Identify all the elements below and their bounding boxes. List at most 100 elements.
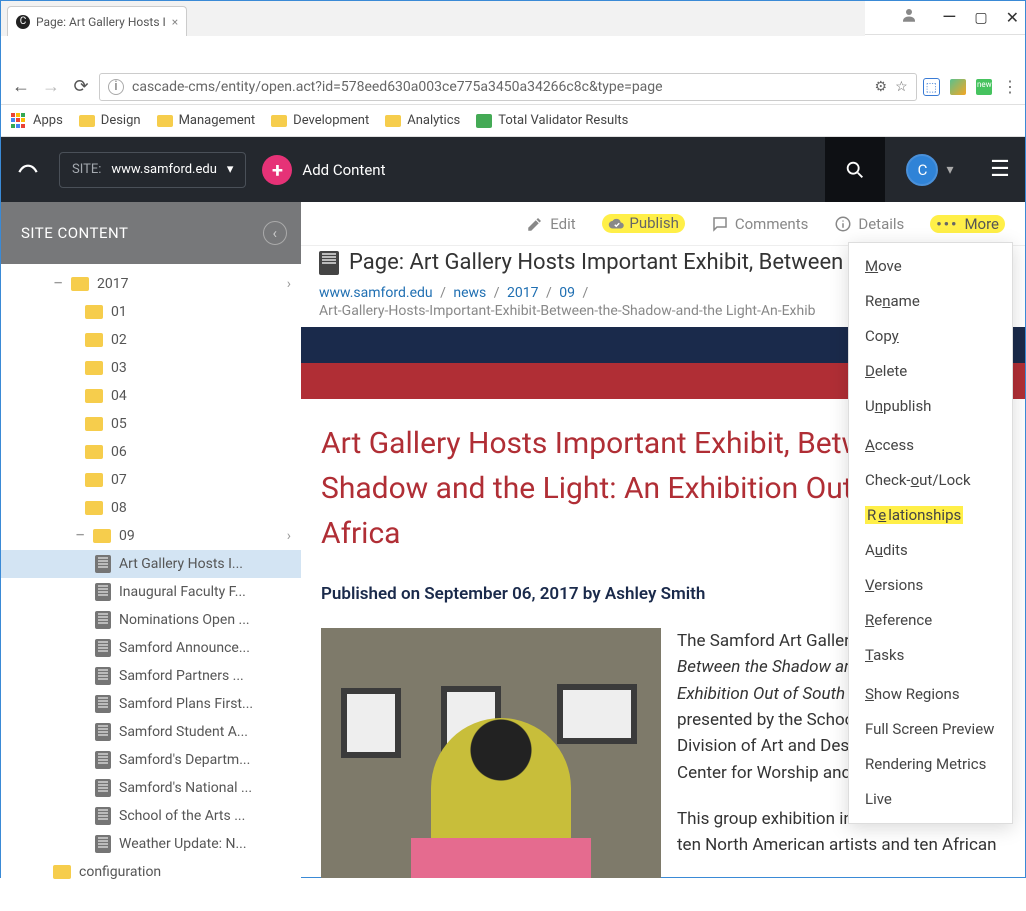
extension-icon[interactable]: ⬚ bbox=[923, 78, 940, 96]
tree-label: 01 bbox=[111, 304, 301, 320]
folder-icon bbox=[157, 115, 173, 127]
tree-folder[interactable]: 05 bbox=[1, 410, 301, 438]
tree-label: Inaugural Faculty F... bbox=[119, 584, 301, 600]
tree-page[interactable]: Samford Plans First... bbox=[1, 690, 301, 718]
tree-label: School of the Arts ... bbox=[119, 808, 301, 824]
tree-page[interactable]: Weather Update: N... bbox=[1, 830, 301, 858]
translate-icon[interactable]: ⚙ bbox=[875, 79, 888, 95]
user-menu[interactable]: C ▾ bbox=[885, 154, 975, 186]
reload-icon[interactable]: ⟳ bbox=[69, 76, 93, 97]
close-tab-icon[interactable]: × bbox=[172, 15, 178, 29]
tree-page[interactable]: School of the Arts ... bbox=[1, 802, 301, 830]
bookmark-folder[interactable]: Analytics bbox=[385, 113, 460, 128]
more-menu-item-check-out-lock[interactable]: Check-out/Lock bbox=[849, 463, 1012, 498]
tree-page[interactable]: Samford's Departm... bbox=[1, 746, 301, 774]
tree-folder[interactable]: 07 bbox=[1, 466, 301, 494]
minimize-icon[interactable]: — bbox=[942, 7, 956, 28]
browser-tab[interactable]: C Page: Art Gallery Hosts I × bbox=[7, 6, 187, 36]
breadcrumb-link[interactable]: 09 bbox=[559, 285, 575, 301]
bookmark-star-icon[interactable]: ☆ bbox=[895, 79, 908, 95]
add-content-button[interactable]: + Add Content bbox=[262, 155, 385, 185]
bookmark-link[interactable]: Total Validator Results bbox=[476, 113, 628, 128]
close-icon[interactable]: ✕ bbox=[1006, 8, 1019, 27]
more-menu-item-show-regions[interactable]: Show Regions bbox=[849, 677, 1012, 712]
collapse-sidebar-icon[interactable]: ‹ bbox=[263, 221, 287, 245]
forward-icon[interactable]: → bbox=[39, 76, 63, 97]
edit-button[interactable]: Edit bbox=[526, 215, 575, 233]
tree-page[interactable]: Samford Partners ... bbox=[1, 662, 301, 690]
page-icon bbox=[95, 667, 111, 685]
expander-icon[interactable]: − bbox=[53, 275, 63, 293]
more-menu-item-live[interactable]: Live bbox=[849, 782, 1012, 817]
more-menu-item-access[interactable]: Access bbox=[849, 428, 1012, 463]
bookmark-folder[interactable]: Design bbox=[79, 113, 141, 128]
breadcrumb-link[interactable]: news bbox=[453, 285, 486, 301]
address-bar[interactable]: i cascade-cms/entity/open.act?id=578eed6… bbox=[99, 73, 917, 101]
app-logo[interactable] bbox=[13, 155, 43, 185]
chrome-menu-icon[interactable]: ⋮ bbox=[1002, 77, 1017, 96]
folder-icon bbox=[85, 333, 103, 347]
tree-folder[interactable]: 01 bbox=[1, 298, 301, 326]
more-menu-item-rename[interactable]: Rename bbox=[849, 284, 1012, 319]
publish-button[interactable]: Publish bbox=[602, 214, 685, 233]
maximize-icon[interactable]: ▢ bbox=[974, 10, 987, 26]
tree-label: 02 bbox=[111, 332, 301, 348]
tree-label: Weather Update: N... bbox=[119, 836, 301, 852]
more-menu-item-delete[interactable]: Delete bbox=[849, 354, 1012, 389]
tree-label: Samford Student A... bbox=[119, 724, 301, 740]
tree-folder[interactable]: 03 bbox=[1, 354, 301, 382]
tree-page[interactable]: Art Gallery Hosts I... bbox=[1, 550, 301, 578]
site-picker[interactable]: SITE: www.samford.edu ▾ bbox=[59, 152, 246, 188]
account-icon[interactable] bbox=[900, 6, 918, 29]
more-menu-item-copy[interactable]: Copy bbox=[849, 319, 1012, 354]
tree-page[interactable]: Samford Student A... bbox=[1, 718, 301, 746]
tree-page[interactable]: Nominations Open ... bbox=[1, 606, 301, 634]
more-menu-item-audits[interactable]: Audits bbox=[849, 533, 1012, 568]
tree-page[interactable]: Samford Announce... bbox=[1, 634, 301, 662]
search-button[interactable] bbox=[825, 137, 885, 202]
apps-icon bbox=[11, 113, 27, 129]
sidebar: SITE CONTENT ‹ − 2017 › 0102030405060708… bbox=[1, 202, 301, 911]
tree-folder[interactable]: 06 bbox=[1, 438, 301, 466]
more-menu-item-full-screen-preview[interactable]: Full Screen Preview bbox=[849, 712, 1012, 747]
expander-icon[interactable]: − bbox=[75, 527, 85, 545]
tree-folder[interactable]: 04 bbox=[1, 382, 301, 410]
site-info-icon[interactable]: i bbox=[108, 79, 124, 95]
comments-button[interactable]: Comments bbox=[711, 215, 809, 233]
more-menu-item-move[interactable]: Move bbox=[849, 249, 1012, 284]
bookmark-folder[interactable]: Management bbox=[157, 113, 256, 128]
back-icon[interactable]: ← bbox=[9, 76, 33, 97]
page-icon bbox=[95, 555, 111, 573]
tree-folder[interactable]: 08 bbox=[1, 494, 301, 522]
tree-folder[interactable]: 02 bbox=[1, 326, 301, 354]
breadcrumb-link[interactable]: www.samford.edu bbox=[319, 285, 433, 301]
more-menu-item-versions[interactable]: Versions bbox=[849, 568, 1012, 603]
extension-icon[interactable] bbox=[950, 79, 966, 95]
more-menu-item-unpublish[interactable]: Unpublish bbox=[849, 389, 1012, 424]
more-button[interactable]: ••• More bbox=[930, 215, 1005, 233]
more-menu-item-relationships[interactable]: Relationships bbox=[849, 498, 1012, 533]
tree-folder[interactable]: −09› bbox=[1, 522, 301, 550]
tree-page[interactable]: Inaugural Faculty F... bbox=[1, 578, 301, 606]
tree-folder[interactable]: configuration bbox=[1, 858, 301, 886]
content-tree: − 2017 › 01 02 030405 06 0708−09› Art Galler… bbox=[1, 264, 301, 886]
extension-icon[interactable]: new bbox=[976, 79, 992, 95]
article-image bbox=[321, 628, 661, 878]
tree-folder[interactable]: − 2017 › bbox=[1, 270, 301, 298]
hamburger-menu[interactable]: ☰ bbox=[975, 157, 1025, 182]
folder-icon bbox=[85, 445, 103, 459]
tree-label: Art Gallery Hosts I... bbox=[119, 556, 301, 572]
more-menu-item-rendering-metrics[interactable]: Rendering Metrics bbox=[849, 747, 1012, 782]
more-menu-item-reference[interactable]: Reference bbox=[849, 603, 1012, 638]
details-button[interactable]: Details bbox=[834, 215, 904, 233]
more-menu-item-tasks[interactable]: Tasks bbox=[849, 638, 1012, 673]
apps-button[interactable]: Apps bbox=[11, 113, 63, 129]
chevron-right-icon[interactable]: › bbox=[287, 528, 301, 544]
tree-label: 06 bbox=[111, 444, 301, 460]
tree-page[interactable]: Samford's National ... bbox=[1, 774, 301, 802]
action-label: Comments bbox=[735, 215, 809, 233]
avatar: C bbox=[906, 154, 938, 186]
chevron-right-icon[interactable]: › bbox=[287, 276, 301, 292]
bookmark-folder[interactable]: Development bbox=[271, 113, 369, 128]
breadcrumb-link[interactable]: 2017 bbox=[507, 285, 538, 301]
